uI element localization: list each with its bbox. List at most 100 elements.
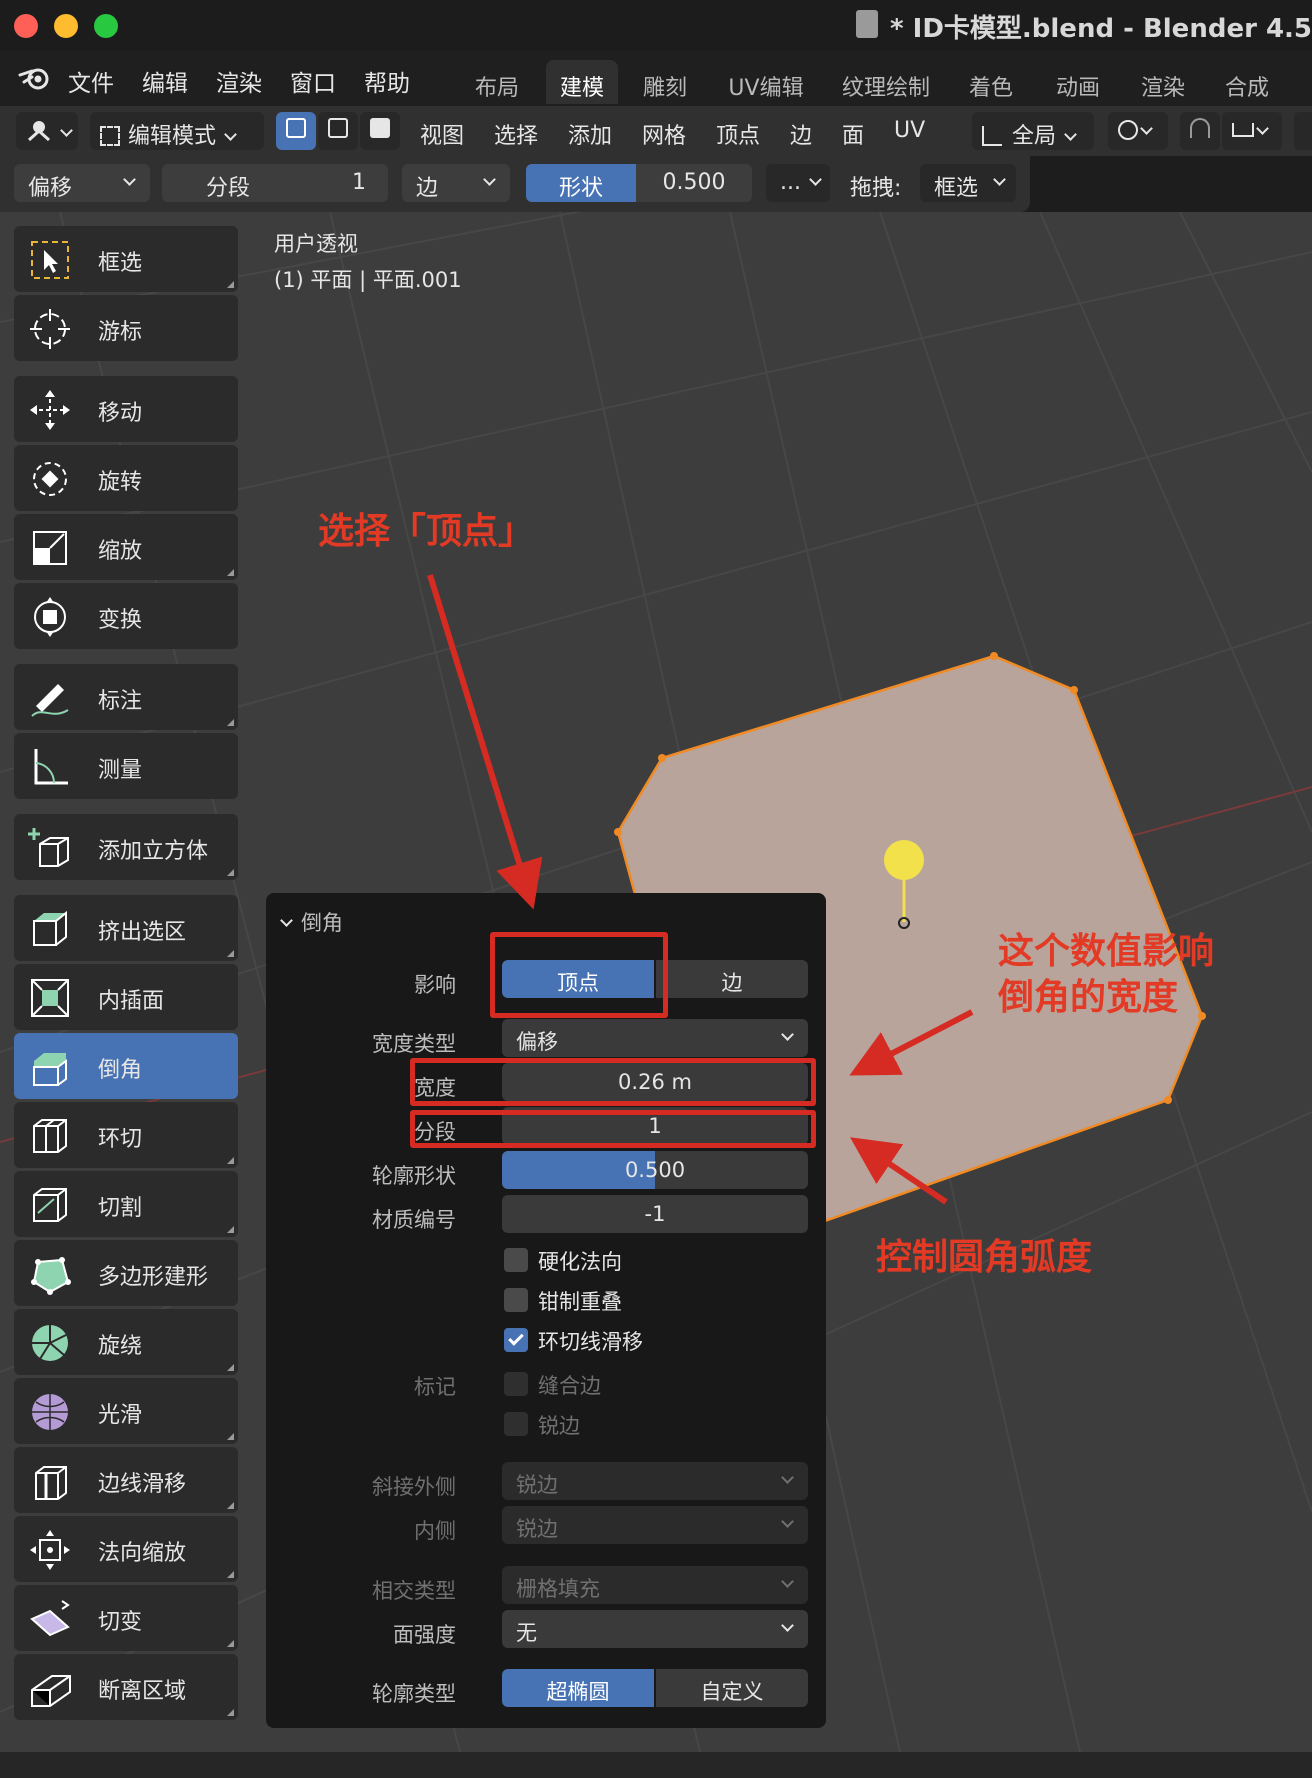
tool-rip-region[interactable]: 断离区域 <box>14 1654 238 1720</box>
menu-render[interactable]: 渲染 <box>216 64 262 98</box>
offset-type-dropdown[interactable]: 偏移 <box>14 164 150 202</box>
mark-seam-label: 缝合边 <box>538 1374 601 1398</box>
shape-field[interactable]: 0.500 <box>636 164 752 202</box>
offset-type-value: 偏移 <box>28 176 73 201</box>
chevron-down-icon <box>781 1515 794 1528</box>
tool-rotate[interactable]: 旋转 <box>14 445 238 511</box>
segments-field[interactable]: 分段 1 <box>162 164 388 202</box>
tab-animation[interactable]: 动画 <box>1040 60 1116 104</box>
tab-compositing[interactable]: 合成 <box>1212 60 1282 104</box>
profile-superellipse-button[interactable]: 超椭圆 <box>502 1669 654 1707</box>
tool-move[interactable]: 移动 <box>14 376 238 442</box>
tool-poly-build[interactable]: 多边形建形 <box>14 1240 238 1306</box>
intersection-type-label: 相交类型 <box>372 1579 456 1603</box>
mark-sharp-checkbox[interactable] <box>504 1412 528 1436</box>
face-strength-dropdown[interactable]: 无 <box>502 1610 808 1648</box>
annotation-width-line2: 倒角的宽度 <box>998 977 1179 1018</box>
proportional-edit-toggle[interactable] <box>1294 112 1312 150</box>
affect-edges-button[interactable]: 边 <box>656 960 808 998</box>
pivot-point-selector[interactable] <box>1108 112 1168 150</box>
drag-dropdown[interactable]: 框选 <box>920 164 1016 202</box>
menu-select[interactable]: 选择 <box>494 118 538 150</box>
tab-uv-editing[interactable]: UV编辑 <box>716 60 816 104</box>
blender-logo-icon[interactable] <box>18 62 52 92</box>
tool-add-cube[interactable]: 添加立方体 <box>14 814 238 880</box>
tab-sculpting[interactable]: 雕刻 <box>630 60 700 104</box>
harden-normals-checkbox[interactable] <box>504 1248 528 1272</box>
chevron-down-icon <box>483 173 496 186</box>
bevel-icon <box>33 1053 67 1086</box>
tab-layout[interactable]: 布局 <box>462 60 532 104</box>
panel-header[interactable]: 倒角 <box>280 907 343 937</box>
loop-slide-checkbox[interactable] <box>504 1328 528 1352</box>
status-bar <box>0 1752 1312 1778</box>
material-field[interactable]: -1 <box>502 1195 808 1233</box>
miter-outer-dropdown[interactable]: 锐边 <box>502 1462 808 1500</box>
menu-face[interactable]: 面 <box>842 118 864 150</box>
intersection-type-value: 栅格填充 <box>516 1577 600 1601</box>
menu-uv[interactable]: UV <box>894 118 925 143</box>
clamp-overlap-checkbox[interactable] <box>504 1288 528 1312</box>
mode-selector[interactable]: 编辑模式 <box>90 112 264 150</box>
width-type-dropdown[interactable]: 偏移 <box>502 1019 808 1057</box>
tool-shear[interactable]: 切变 <box>14 1585 238 1651</box>
scale-icon <box>33 531 67 565</box>
menu-add[interactable]: 添加 <box>568 118 612 150</box>
zoom-window-button[interactable] <box>94 14 118 38</box>
profile-custom-button[interactable]: 自定义 <box>656 1669 808 1707</box>
menu-help[interactable]: 帮助 <box>364 64 410 98</box>
tool-bevel[interactable]: 倒角 <box>14 1033 238 1099</box>
shape-field-fill[interactable]: 形状 <box>526 164 636 202</box>
tool-measure[interactable]: 测量 <box>14 733 238 799</box>
profile-shape-slider[interactable]: 0.500 <box>502 1151 808 1189</box>
more-options-button[interactable]: ... <box>766 164 830 202</box>
width-type-value: 偏移 <box>516 1030 558 1054</box>
intersection-type-dropdown[interactable]: 栅格填充 <box>502 1566 808 1604</box>
tool-transform[interactable]: 变换 <box>14 583 238 649</box>
tool-knife[interactable]: 切割 <box>14 1171 238 1237</box>
tool-shrink-fatten[interactable]: 法向缩放 <box>14 1516 238 1582</box>
tab-texture-paint[interactable]: 纹理绘制 <box>834 60 938 104</box>
face-select-button[interactable] <box>360 112 400 150</box>
miter-inner-dropdown[interactable]: 锐边 <box>502 1506 808 1544</box>
tool-extrude[interactable]: 挤出选区 <box>14 895 238 961</box>
transform-orientation-selector[interactable]: 全局 <box>972 112 1094 150</box>
vertex-select-button[interactable] <box>276 112 316 150</box>
spin-icon <box>32 1325 68 1361</box>
snap-target-selector[interactable] <box>1222 112 1282 150</box>
chevron-down-icon <box>781 1471 794 1484</box>
affect-dropdown[interactable]: 边 <box>402 164 510 202</box>
mark-seam-checkbox[interactable] <box>504 1372 528 1396</box>
menu-file[interactable]: 文件 <box>68 64 114 98</box>
menu-edge[interactable]: 边 <box>790 118 812 150</box>
tool-annotate[interactable]: 标注 <box>14 664 238 730</box>
tab-rendering[interactable]: 渲染 <box>1128 60 1198 104</box>
menu-view[interactable]: 视图 <box>420 118 464 150</box>
tool-label: 移动 <box>98 401 143 426</box>
tab-modeling[interactable]: 建模 <box>546 60 618 104</box>
orientation-icon <box>982 126 1002 146</box>
tool-smooth[interactable]: 光滑 <box>14 1378 238 1444</box>
menu-vertex[interactable]: 顶点 <box>716 118 760 150</box>
bevel-operator-panel: 倒角 影响 顶点 边 宽度类型 偏移 宽度 0.26 m 分段 1 轮廓形状 0… <box>266 893 826 1728</box>
chevron-down-icon <box>1256 122 1269 135</box>
inset-icon <box>31 979 69 1017</box>
tool-edge-slide[interactable]: 边线滑移 <box>14 1447 238 1513</box>
menu-mesh[interactable]: 网格 <box>642 118 686 150</box>
tool-select-box[interactable]: 框选 <box>14 226 238 292</box>
editor-type-button[interactable] <box>16 112 78 150</box>
tool-scale[interactable]: 缩放 <box>14 514 238 580</box>
tool-spin[interactable]: 旋绕 <box>14 1309 238 1375</box>
tool-inset[interactable]: 内插面 <box>14 964 238 1030</box>
tab-shading[interactable]: 着色 <box>956 60 1026 104</box>
close-window-button[interactable] <box>14 14 38 38</box>
tool-loop-cut[interactable]: 环切 <box>14 1102 238 1168</box>
snap-toggle[interactable] <box>1180 112 1220 150</box>
edge-select-button[interactable] <box>318 112 358 150</box>
annotate-icon <box>31 684 69 717</box>
submenu-indicator <box>227 950 234 957</box>
minimize-window-button[interactable] <box>54 14 78 38</box>
menu-edit[interactable]: 编辑 <box>142 64 188 98</box>
tool-cursor[interactable]: 游标 <box>14 295 238 361</box>
menu-window[interactable]: 窗口 <box>290 64 336 98</box>
